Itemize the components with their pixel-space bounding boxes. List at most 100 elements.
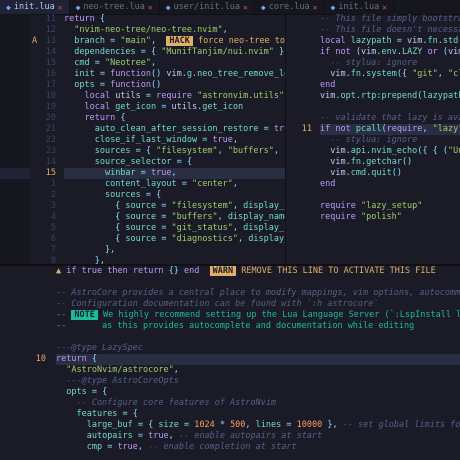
code-line[interactable]: content_layout = "center", xyxy=(64,179,285,190)
sidebar-item[interactable] xyxy=(0,102,30,113)
warn-message: REMOVE THIS LINE TO ACTIVATE THIS FILE xyxy=(241,266,436,276)
code-line[interactable]: -- This file simply bootstrap xyxy=(320,14,460,25)
code-line[interactable]: ---@type AstroCoreOpts xyxy=(56,376,460,387)
code-line[interactable]: { source = "filesystem", display_na xyxy=(64,201,285,212)
sidebar-item[interactable] xyxy=(0,25,30,36)
sidebar-item[interactable] xyxy=(0,113,30,124)
code-area[interactable]: ▲ if true then return {} end WARN REMOVE… xyxy=(56,266,460,460)
code-line[interactable]: if not (vim.env.LAZY or (vim. xyxy=(320,47,460,58)
code-line[interactable]: end xyxy=(320,179,460,190)
code-line[interactable]: ▲ if true then return {} end WARN REMOVE… xyxy=(56,266,460,277)
line-number: 11 xyxy=(301,124,312,134)
code-line[interactable]: -- Configuration documentation can be fo… xyxy=(56,299,460,310)
code-line[interactable]: -- validate that lazy is avail xyxy=(320,113,460,124)
sidebar-item[interactable] xyxy=(0,146,30,157)
close-icon[interactable]: ✕ xyxy=(313,3,318,12)
sidebar-item[interactable] xyxy=(0,223,30,234)
code-line[interactable]: large_buf = { size = 1024 * 500, lines =… xyxy=(56,420,460,431)
code-line[interactable]: init = function() vim.g.neo_tree_remove_… xyxy=(64,69,285,80)
code-area[interactable]: -- This file simply bootstrap -- This fil… xyxy=(320,14,460,264)
sidebar-item[interactable] xyxy=(0,201,30,212)
sidebar-item[interactable] xyxy=(0,14,30,25)
code-line[interactable]: vim.api.nvim_echo({ { ("Unab xyxy=(320,146,460,157)
code-line[interactable]: cmp = true, -- enable completion at star… xyxy=(56,442,460,453)
tab-1[interactable]: ◆ neo-tree.lua ✕ xyxy=(70,0,160,14)
code-line[interactable]: require "polish" xyxy=(320,212,460,223)
code-text: sources = { xyxy=(104,190,162,200)
code-line[interactable]: return { xyxy=(56,354,460,365)
code-line[interactable]: return { xyxy=(64,113,285,124)
code-line[interactable]: vim.opt.rtp:prepend(lazypath) xyxy=(320,91,460,102)
sidebar-item[interactable] xyxy=(0,91,30,102)
code-line[interactable]: close_if_last_window = true, xyxy=(64,135,285,146)
code-line[interactable] xyxy=(320,102,460,113)
code-line[interactable]: { source = "diagnostics", display_n xyxy=(64,234,285,245)
code-line[interactable]: -- stylua: ignore xyxy=(320,58,460,69)
sidebar-item[interactable] xyxy=(0,69,30,80)
sidebar-item[interactable] xyxy=(0,80,30,91)
close-icon[interactable]: ✕ xyxy=(382,3,387,12)
code-area[interactable]: return { "nvim-neo-tree/neo-tree.nvim", … xyxy=(64,14,285,264)
left-editor-pane[interactable]: 11 12 13 A 14 15 16 17 18 19 20 21 22 23 14 15 1 2 3 4 5 6 7 8 … xyxy=(30,14,285,264)
close-icon[interactable]: ✕ xyxy=(243,3,248,12)
code-line[interactable]: "AstroNvim/astrocore", xyxy=(56,365,460,376)
code-line[interactable]: -- as this provides autocomplete and doc… xyxy=(56,321,460,332)
sidebar-item[interactable] xyxy=(0,47,30,58)
sidebar-item[interactable] xyxy=(0,135,30,146)
close-icon[interactable]: ✕ xyxy=(58,3,63,12)
code-line[interactable]: local utils = require "astronvim.utils" xyxy=(64,91,285,102)
code-line[interactable]: "nvim-neo-tree/neo-tree.nvim", xyxy=(64,25,285,36)
code-line[interactable] xyxy=(320,190,460,201)
code-line[interactable]: if not pcall(require, "lazy") xyxy=(320,124,460,135)
sidebar-item[interactable] xyxy=(0,245,30,256)
code-line[interactable]: autopairs = true, -- enable autopairs at… xyxy=(56,431,460,442)
code-line[interactable]: sources = { xyxy=(64,190,285,201)
code-line[interactable]: vim.fn.getchar() xyxy=(320,157,460,168)
code-line[interactable]: local lazypath = vim.fn.std xyxy=(320,36,460,47)
code-line[interactable]: cmd = "Neotree", xyxy=(64,58,285,69)
code-line[interactable]: opts = function() xyxy=(64,80,285,91)
code-line[interactable]: vim.fn.system({ "git", "clon xyxy=(320,69,460,80)
code-line[interactable]: end xyxy=(320,80,460,91)
code-line[interactable]: local get_icon = utils.get_icon xyxy=(64,102,285,113)
code-line[interactable]: sources = { "filesystem", "buffers", "g xyxy=(64,146,285,157)
code-line[interactable] xyxy=(56,332,460,343)
sidebar-item[interactable] xyxy=(0,168,30,179)
code-line[interactable]: dependencies = { "MunifTanjim/nui.nvim" … xyxy=(64,47,285,58)
tab-4[interactable]: ◆ init.lua ✕ xyxy=(324,0,395,14)
bottom-editor-pane[interactable]: 10 ▲ if true then return {} end WARN REM… xyxy=(0,266,460,460)
sidebar-item[interactable] xyxy=(0,157,30,168)
code-line[interactable]: { source = "buffers", display_name xyxy=(64,212,285,223)
code-line[interactable]: source_selector = { xyxy=(64,157,285,168)
sidebar-item[interactable] xyxy=(0,124,30,135)
code-line[interactable] xyxy=(56,277,460,288)
tab-2[interactable]: ◆ user/init.lua ✕ xyxy=(160,0,255,14)
code-line[interactable]: features = { xyxy=(56,409,460,420)
sidebar-item[interactable] xyxy=(0,190,30,201)
code-line[interactable]: -- This file doesn't necessar xyxy=(320,25,460,36)
sidebar-item[interactable] xyxy=(0,36,30,47)
code-line[interactable]: vim.cmd.quit() xyxy=(320,168,460,179)
sidebar-item[interactable] xyxy=(0,212,30,223)
code-line[interactable]: -- AstroCore provides a central place to… xyxy=(56,288,460,299)
code-line[interactable]: auto_clean_after_session_restore = true xyxy=(64,124,285,135)
code-line[interactable]: -- stylua: ignore xyxy=(320,135,460,146)
code-line[interactable]: -- Configure core features of AstroNvim xyxy=(56,398,460,409)
close-icon[interactable]: ✕ xyxy=(148,3,153,12)
code-line[interactable]: { source = "git_status", display_nam xyxy=(64,223,285,234)
tab-0[interactable]: ◆ init.lua ✕ xyxy=(0,0,70,14)
sidebar-item[interactable] xyxy=(0,179,30,190)
sidebar-item[interactable] xyxy=(0,58,30,69)
code-line[interactable]: }, xyxy=(64,256,285,264)
code-line[interactable]: ---@type LazySpec xyxy=(56,343,460,354)
right-editor-pane[interactable]: 11 -- This file simply bootstrap -- This … xyxy=(286,14,460,264)
tab-3[interactable]: ◆ core.lua ✕ xyxy=(255,0,325,14)
code-line[interactable]: }, xyxy=(64,245,285,256)
code-line[interactable]: return { xyxy=(64,14,285,25)
code-line[interactable]: -- NOTE We highly recommend setting up t… xyxy=(56,310,460,321)
code-line[interactable]: branch = "main", HACK force neo-tree to xyxy=(64,36,285,47)
sidebar-item[interactable] xyxy=(0,234,30,245)
code-line[interactable]: opts = { xyxy=(56,387,460,398)
code-line[interactable]: winbar = true, xyxy=(64,168,285,179)
code-line[interactable]: require "lazy_setup" xyxy=(320,201,460,212)
